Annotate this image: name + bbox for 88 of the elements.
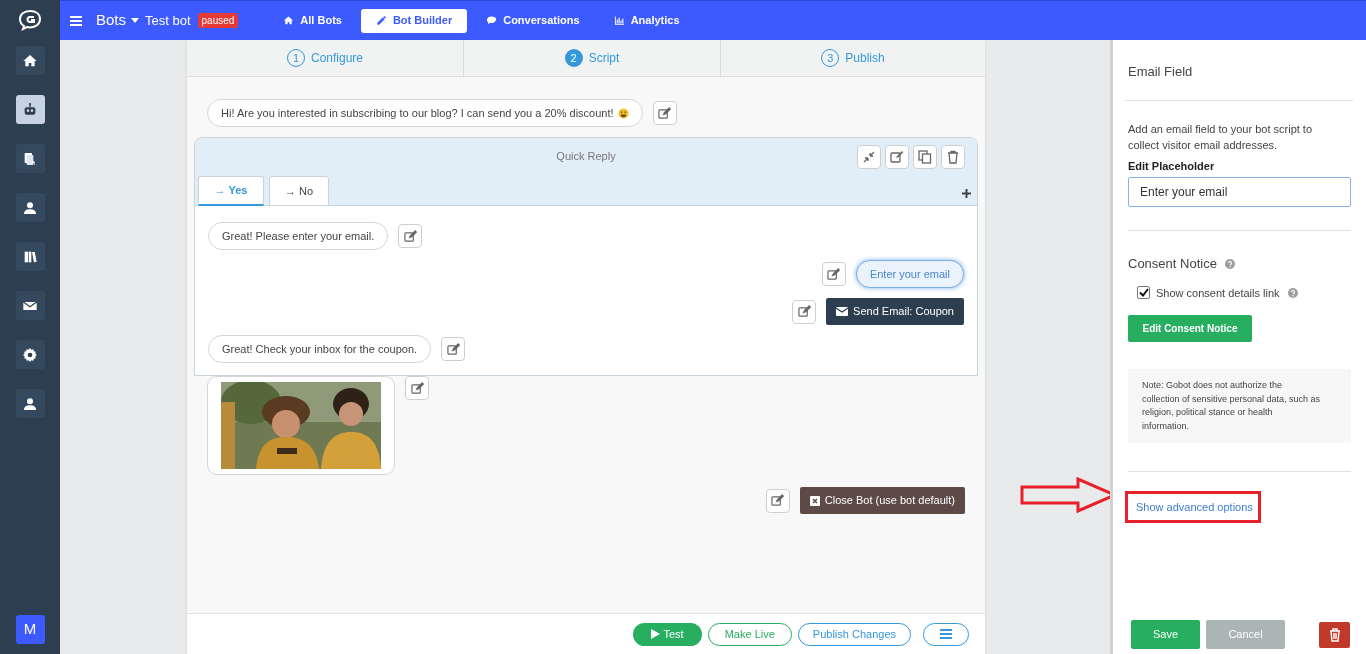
settings-icon <box>22 346 38 363</box>
step-tab[interactable]: 1 Configure <box>287 49 363 67</box>
speech-bubble-icon <box>486 15 498 26</box>
test-button[interactable]: Test <box>632 622 702 646</box>
bot-message: Hi! Are you interested in subscribing to our blog? I can send you a 20% discount! <box>207 99 643 127</box>
edit-consent-button[interactable]: Edit Consent Notice <box>1128 315 1252 342</box>
trash-icon <box>1328 627 1341 642</box>
collapse-icon <box>862 150 876 164</box>
edit-icon <box>658 106 672 120</box>
bar-chart-icon <box>613 15 625 26</box>
nav-tab[interactable]: Bot Builder <box>360 8 468 33</box>
description-text: Add an email field to your bot script to collect visitor email addresses. <box>1128 121 1314 153</box>
person-icon <box>22 199 38 216</box>
edit-icon <box>797 305 811 318</box>
save-button[interactable]: Save <box>1131 620 1200 649</box>
sidebar-item[interactable] <box>15 242 45 271</box>
edit-button[interactable] <box>441 337 466 361</box>
help-icon[interactable] <box>1224 258 1235 269</box>
delete-button[interactable] <box>941 145 965 169</box>
sidebar-item[interactable] <box>15 46 45 75</box>
logo-icon <box>18 9 42 31</box>
user-input-bubble: Enter your email <box>855 260 964 288</box>
note-text: Note: Gobot does not authorize the collection of sensitive personal data, such as religion, political stance or health information. <box>1128 369 1351 443</box>
consent-checkbox[interactable] <box>1137 286 1150 300</box>
sidebar-item[interactable] <box>15 193 45 222</box>
copy-button[interactable] <box>913 145 937 169</box>
edit-button[interactable] <box>398 224 423 248</box>
edit-button[interactable] <box>652 101 677 125</box>
edit-button[interactable] <box>792 299 817 324</box>
play-icon <box>650 629 660 639</box>
robot-icon <box>22 101 38 118</box>
pencil-icon <box>375 15 387 26</box>
help-icon[interactable] <box>1287 287 1298 298</box>
edit-button[interactable] <box>765 488 790 513</box>
panel-title: Email Field <box>1125 40 1354 101</box>
sidebar-item[interactable] <box>15 95 45 124</box>
menu-icon <box>940 629 952 639</box>
section-title: Consent Notice <box>1128 255 1217 273</box>
documents-icon <box>22 150 38 167</box>
reply-tab[interactable]: → Yes <box>198 176 264 206</box>
person-icon <box>22 395 38 412</box>
edit-icon <box>446 342 460 356</box>
publish-button[interactable]: Publish Changes <box>797 622 911 646</box>
reply-tab[interactable]: → No <box>269 176 329 206</box>
sidebar-item[interactable] <box>15 340 45 369</box>
placeholder-input[interactable]: Enter your email <box>1128 177 1351 207</box>
sidebar-item[interactable] <box>15 291 45 320</box>
menu-button[interactable] <box>923 622 969 646</box>
step-tab[interactable]: 3 Publish <box>821 49 885 67</box>
make-live-button[interactable]: Make Live <box>707 622 792 646</box>
sidebar-item[interactable] <box>15 389 45 418</box>
send-email-block: Send Email: Coupon <box>826 298 964 325</box>
bot-message: Great! Please enter your email. <box>208 222 389 250</box>
checkbox-label: Show consent details link <box>1156 285 1280 301</box>
menu-icon[interactable] <box>70 15 82 26</box>
copy-icon <box>918 150 932 164</box>
edit-button[interactable] <box>405 376 429 400</box>
trash-icon <box>946 150 960 164</box>
edit-icon <box>410 381 424 395</box>
field-label: Edit Placeholder <box>1128 158 1216 174</box>
advanced-options-link[interactable]: Show advanced options <box>1136 498 1253 516</box>
edit-icon <box>890 150 904 164</box>
edit-button[interactable] <box>885 145 909 169</box>
cancel-button[interactable]: Cancel <box>1206 620 1285 649</box>
nav-tab[interactable]: All Bots <box>268 8 357 33</box>
nav-tab[interactable]: Analytics <box>598 8 695 33</box>
envelope-icon <box>836 307 849 316</box>
delete-button[interactable] <box>1319 621 1350 648</box>
sidebar-item[interactable] <box>15 144 45 173</box>
caret-icon <box>131 18 139 23</box>
close-icon <box>809 495 820 506</box>
step-tab[interactable]: 2 Script <box>564 49 620 67</box>
home-icon <box>283 15 295 26</box>
panel-title: Quick Reply <box>556 148 616 164</box>
collapse-button[interactable] <box>857 145 881 169</box>
home-icon <box>22 52 38 69</box>
edit-icon <box>403 229 417 243</box>
edit-icon <box>827 267 841 281</box>
add-icon[interactable] <box>962 189 971 198</box>
avatar-button[interactable]: M <box>15 615 45 644</box>
bots-dropdown[interactable]: Bots <box>96 9 139 32</box>
close-bot-block: Close Bot (use bot default) <box>799 487 965 514</box>
bot-message: Great! Check your inbox for the coupon. <box>208 335 432 363</box>
edit-button[interactable] <box>821 262 846 286</box>
nav-tab[interactable]: Conversations <box>471 8 595 33</box>
bot-name: Test bot <box>145 11 191 30</box>
edit-icon <box>771 494 785 507</box>
status-badge: paused <box>197 13 239 28</box>
